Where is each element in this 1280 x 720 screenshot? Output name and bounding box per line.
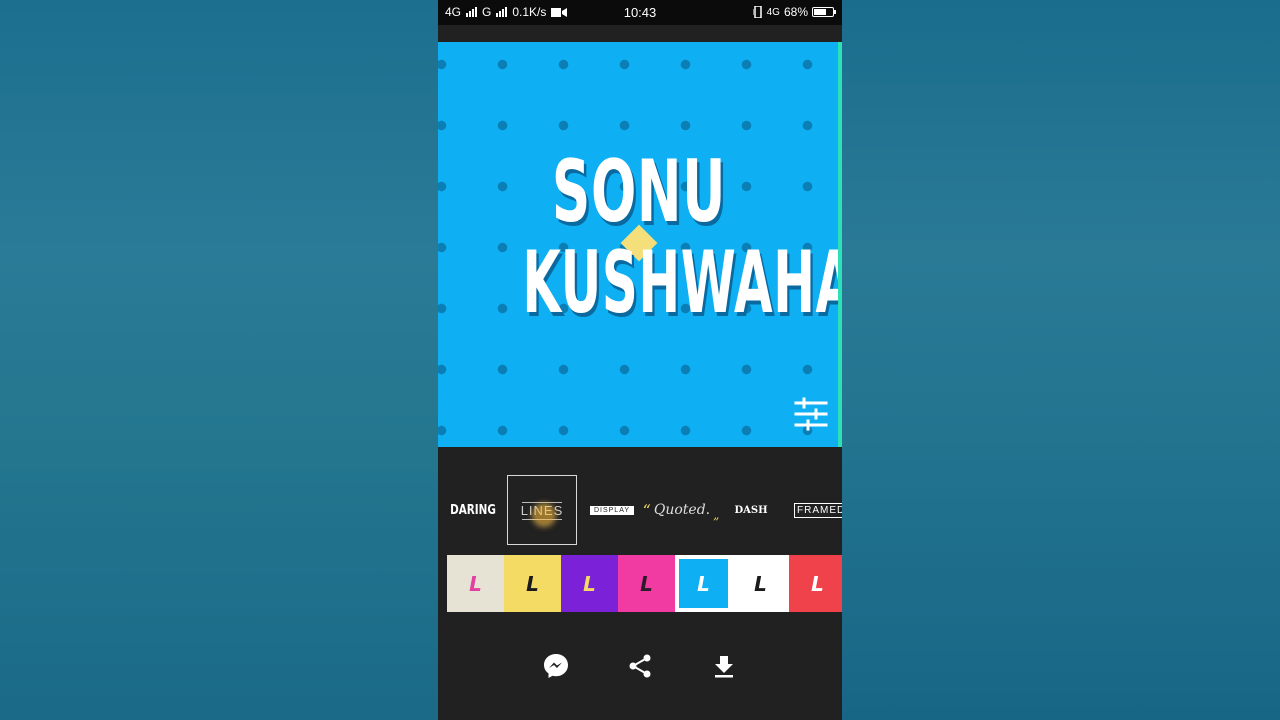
style-display[interactable]: DISPLAY (589, 475, 635, 545)
color-swatch[interactable]: L (789, 555, 842, 612)
background-left (0, 0, 438, 720)
vibrate-icon (752, 6, 762, 18)
color-swatch[interactable]: L (561, 555, 618, 612)
touch-indicator (535, 506, 553, 524)
messenger-button[interactable] (541, 651, 571, 681)
style-quoted-label: Quoted. (653, 502, 711, 518)
battery-percent: 68% (783, 5, 808, 19)
style-framed[interactable]: FRAMED (794, 475, 842, 545)
canvas-edge-accent (838, 42, 842, 447)
color-swatch[interactable]: L (618, 555, 675, 612)
download-icon (715, 656, 733, 678)
color-swatch[interactable]: L (447, 555, 504, 612)
status-bar: 4G G 0.1K/s 10:43 4G 68% (438, 0, 842, 25)
action-bar (438, 635, 842, 695)
style-quoted[interactable]: “ Quoted. „ (643, 475, 720, 545)
style-daring[interactable]: DARING (450, 475, 496, 545)
color-swatch[interactable]: L (732, 555, 789, 612)
battery-icon (812, 7, 836, 17)
color-swatch[interactable]: L (504, 555, 561, 612)
messenger-icon (544, 654, 568, 678)
headline-line-1: SONU (551, 142, 727, 242)
style-lines[interactable]: LINES (507, 475, 577, 545)
download-button[interactable] (709, 651, 739, 681)
style-framed-label: FRAMED (794, 502, 842, 518)
style-dash[interactable]: DASH (730, 475, 772, 545)
tune-icon[interactable] (794, 397, 828, 431)
text-style-picker: DARING LINES DISPLAY “ Quoted. „ DASH FR… (438, 475, 842, 545)
background-right (842, 0, 1280, 720)
share-button[interactable] (625, 651, 655, 681)
style-display-label: DISPLAY (589, 505, 635, 515)
color-swatch-row: L L L L L L L (447, 555, 842, 612)
preview-canvas[interactable]: SONU KUSHWAHA (438, 42, 840, 447)
share-icon (629, 654, 651, 678)
color-swatch-selected[interactable]: L (675, 555, 732, 612)
headline-line-2: KUSHWAHA (522, 233, 840, 333)
phone-screen: 4G G 0.1K/s 10:43 4G 68% SONU KUSHWAHA D… (438, 0, 842, 720)
network-type-3: 4G (766, 6, 780, 18)
